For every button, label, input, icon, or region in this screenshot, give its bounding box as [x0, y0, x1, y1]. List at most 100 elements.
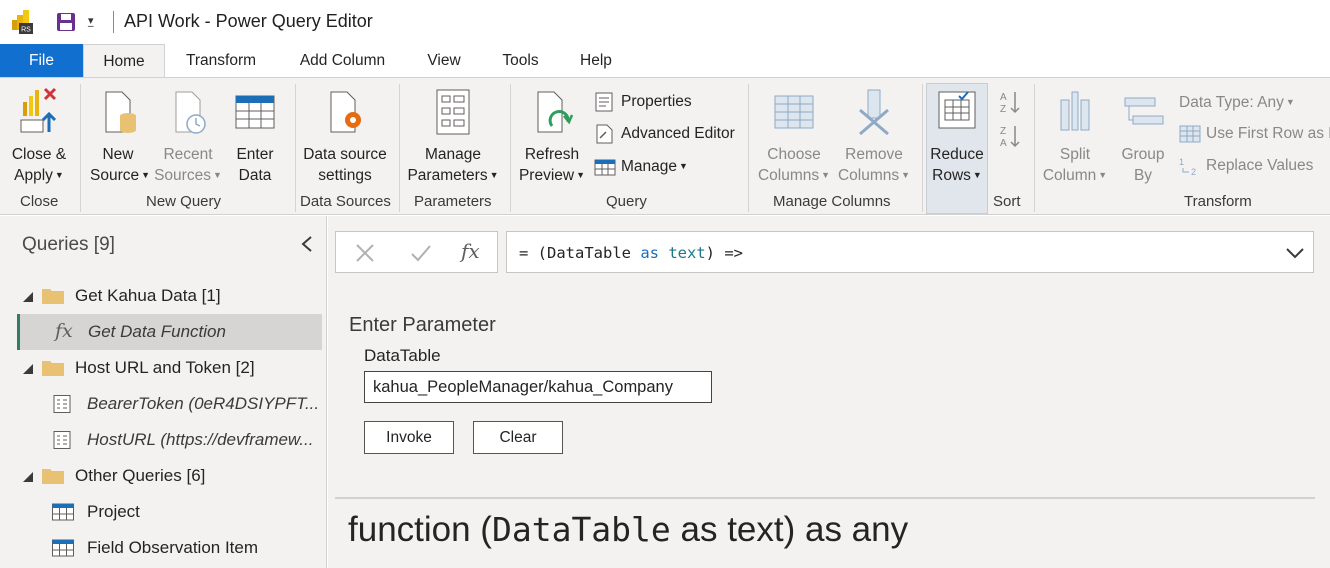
new-source-button[interactable]: New Source ▼ [90, 86, 150, 186]
query-item-project[interactable]: Project [17, 494, 322, 530]
save-icon[interactable] [56, 12, 76, 32]
commit-formula-check-icon[interactable] [410, 242, 432, 264]
query-item-bearer-token[interactable]: BearerToken (0eR4DSIYPFT... [17, 386, 322, 422]
ribbon: Close & Apply ▼ Close New Source ▼ Recent … [0, 77, 1330, 215]
data-type-dropdown[interactable]: Data Type: Any ▼ [1179, 89, 1295, 115]
enter-data-icon [235, 95, 275, 129]
svg-text:2: 2 [1191, 167, 1196, 176]
advanced-editor-button[interactable]: Advanced Editor [594, 121, 735, 147]
insert-function-icon[interactable]: fx [461, 239, 480, 263]
data-source-settings-label-2: settings [318, 167, 372, 184]
enter-data-label-2: Data [238, 167, 272, 184]
query-group-get-kahua-data[interactable]: Get Kahua Data [1] [17, 278, 322, 314]
folder-icon [42, 469, 64, 484]
split-column-label-2: Column [1042, 167, 1097, 184]
group-separator [922, 84, 923, 212]
recent-sources-caret-icon: ▼ [212, 170, 222, 180]
collapse-pane-chevron-icon[interactable] [298, 234, 316, 254]
data-type-label: Data Type: Any [1179, 94, 1284, 111]
remove-columns-button[interactable]: Remove Columns ▼ [836, 86, 912, 186]
query-item-field-observation-item[interactable]: Field Observation Item [17, 530, 322, 566]
group-separator [399, 84, 400, 212]
group-label-sort: Sort [993, 193, 1021, 210]
tab-tools[interactable]: Tools [494, 44, 547, 77]
data-source-settings-icon [330, 91, 361, 133]
svg-text:Z: Z [1000, 104, 1006, 114]
manage-button[interactable]: Manage ▼ [594, 153, 688, 179]
tab-help[interactable]: Help [569, 44, 623, 77]
recent-sources-label-2: Sources [154, 167, 211, 184]
tab-add-column[interactable]: Add Column [290, 44, 395, 77]
split-column-button[interactable]: Split Column ▼ [1040, 86, 1110, 186]
table-icon [52, 539, 74, 557]
query-item-get-data-function[interactable]: fx Get Data Function [17, 314, 322, 350]
enter-parameter-heading: Enter Parameter [349, 314, 496, 336]
datatable-input[interactable]: kahua_PeopleManager/kahua_Company [364, 371, 712, 403]
query-group-other-queries[interactable]: Other Queries [6] [17, 458, 322, 494]
query-item-label: Project [87, 502, 140, 521]
refresh-preview-button[interactable]: Refresh Preview ▼ [516, 86, 588, 186]
use-first-row-button[interactable]: Use First Row as H [1179, 121, 1330, 147]
manage-caret-icon: ▼ [679, 161, 688, 171]
svg-text:A: A [1000, 138, 1007, 148]
formula-input[interactable]: = (DataTable as text) => [506, 231, 1314, 273]
formula-type-text: text [668, 244, 706, 262]
expanded-triangle-icon[interactable] [22, 291, 34, 303]
reduce-rows-button[interactable]: Reduce Rows ▼ [928, 86, 986, 186]
signature-param: DataTable [491, 510, 671, 549]
folder-icon [42, 289, 64, 304]
choose-columns-button[interactable]: Choose Columns ▼ [756, 86, 832, 186]
tab-file[interactable]: File [0, 44, 83, 77]
expand-formula-chevron-icon[interactable] [1285, 245, 1305, 261]
invoke-button[interactable]: Invoke [364, 421, 454, 454]
recent-sources-icon [175, 91, 206, 134]
svg-text:1: 1 [1179, 157, 1184, 167]
replace-values-button[interactable]: 1 2 Replace Values [1179, 153, 1313, 179]
cancel-formula-icon[interactable] [354, 242, 376, 264]
enter-data-button[interactable]: Enter Data [230, 86, 280, 186]
close-apply-button[interactable]: Close & Apply ▼ [6, 86, 72, 186]
close-apply-icon [20, 87, 57, 133]
properties-button[interactable]: Properties [594, 89, 692, 115]
manage-table-icon [594, 159, 616, 176]
query-item-host-url[interactable]: HostURL (https://devframew... [17, 422, 322, 458]
clear-button[interactable]: Clear [473, 421, 563, 454]
query-group-label: Host URL and Token [2] [75, 358, 255, 377]
sort-descending-icon[interactable]: Z A [999, 124, 1021, 148]
manage-parameters-button[interactable]: Manage Parameters ▼ [406, 86, 500, 186]
refresh-preview-icon [537, 91, 574, 133]
new-source-icon [105, 91, 136, 133]
properties-icon [595, 92, 613, 112]
new-source-caret-icon: ▼ [141, 170, 151, 180]
quick-access-dropdown-icon[interactable]: ▾̲ [88, 14, 102, 30]
manage-parameters-caret-icon: ▼ [489, 170, 499, 180]
reduce-rows-label-1: Reduce [930, 146, 984, 163]
group-by-button[interactable]: Group By [1116, 86, 1170, 186]
refresh-preview-label-2: Preview [518, 167, 575, 184]
function-icon: fx [55, 320, 73, 342]
manage-parameters-label-2: Parameters [407, 167, 488, 184]
recent-sources-button[interactable]: Recent Sources ▼ [154, 86, 222, 186]
data-source-settings-button[interactable]: Data source settings [302, 86, 388, 186]
reduce-rows-label-2: Rows [932, 167, 971, 184]
tab-home[interactable]: Home [83, 44, 165, 78]
tab-view[interactable]: View [416, 44, 472, 77]
expanded-triangle-icon[interactable] [22, 471, 34, 483]
content-divider [335, 497, 1315, 499]
group-separator [295, 84, 296, 212]
new-source-label-1: New [102, 146, 134, 163]
reduce-rows-icon [938, 91, 976, 129]
group-label-data-sources: Data Sources [300, 193, 391, 210]
group-separator [80, 84, 81, 212]
manage-parameters-label-1: Manage [424, 146, 481, 163]
tab-transform[interactable]: Transform [172, 44, 270, 77]
query-group-label: Other Queries [6] [75, 466, 206, 485]
query-group-host-url-token[interactable]: Host URL and Token [2] [17, 350, 322, 386]
split-column-caret-icon: ▼ [1098, 170, 1108, 180]
data-type-caret-icon: ▼ [1285, 97, 1295, 107]
expanded-triangle-icon[interactable] [22, 363, 34, 375]
properties-label: Properties [621, 93, 692, 110]
group-label-parameters: Parameters [414, 193, 492, 210]
refresh-preview-label-1: Refresh [524, 146, 580, 163]
sort-ascending-icon[interactable]: A Z [999, 90, 1021, 114]
